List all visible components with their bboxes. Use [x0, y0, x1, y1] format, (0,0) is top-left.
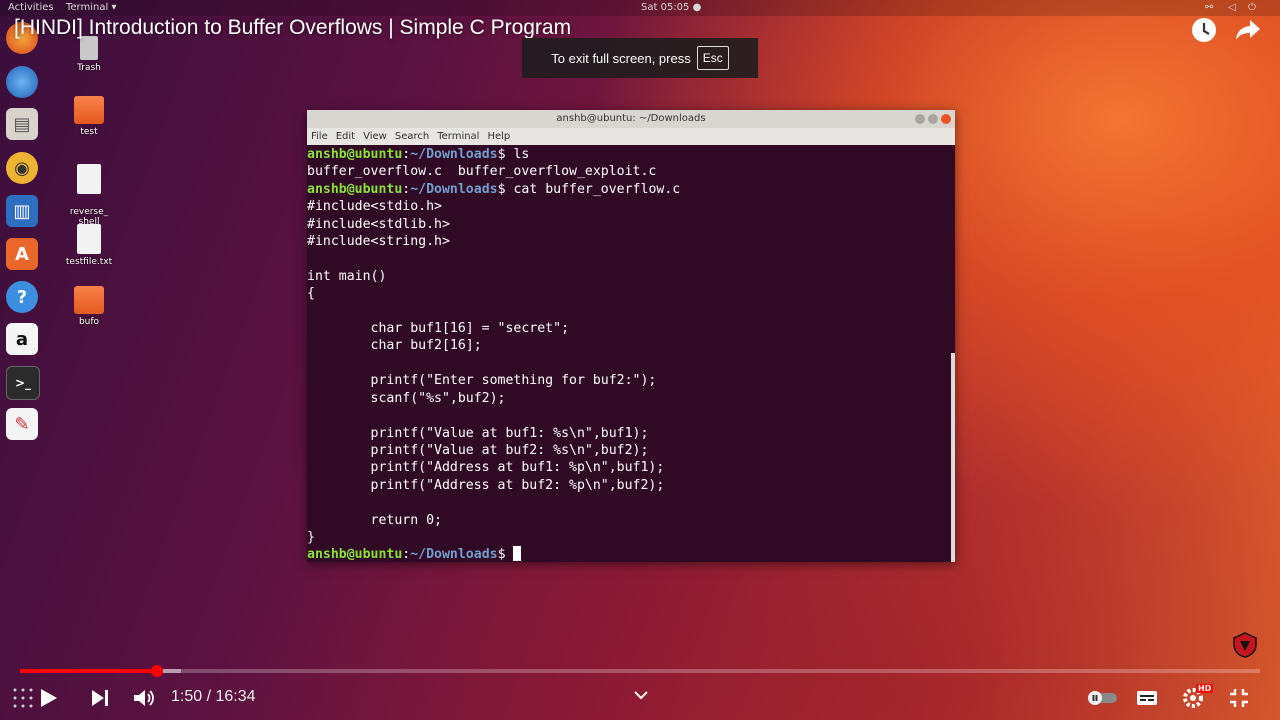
- terminal-output[interactable]: anshb@ubuntu:~/Downloads$ ls buffer_over…: [307, 145, 951, 563]
- fullscreen-toast: To exit full screen, press Esc: [522, 38, 758, 78]
- time-display: 1:50 / 16:34: [171, 688, 256, 705]
- chevron-down-icon[interactable]: [626, 682, 656, 710]
- played-bar: [20, 669, 158, 673]
- fullscreen-hint-text: To exit full screen, press: [551, 50, 691, 66]
- desktop-icon-trash[interactable]: Trash: [59, 36, 119, 73]
- network-icon[interactable]: ⚯: [1205, 2, 1213, 13]
- prompt-path: ~/Downloads: [410, 547, 498, 563]
- file-icon: [77, 164, 101, 194]
- prompt-user: anshb@ubuntu: [307, 547, 403, 563]
- ubuntu-dock: ▤ ◉ ▥ A ? a >_ ✎: [0, 0, 44, 600]
- thunderbird-icon[interactable]: [6, 66, 38, 98]
- desktop-icon-test[interactable]: test: [59, 96, 119, 137]
- prompt-user: anshb@ubuntu: [307, 181, 403, 197]
- menu-search[interactable]: Search: [395, 131, 429, 142]
- desktop-icon-label: Trash: [77, 63, 101, 73]
- prompt-user: anshb@ubuntu: [307, 147, 403, 162]
- video-progress-bar[interactable]: [20, 665, 1260, 677]
- command-line: ls: [513, 147, 530, 162]
- desktop-icon-label: bufo: [78, 317, 100, 327]
- terminal-title: anshb@ubuntu: ~/Downloads: [556, 113, 706, 124]
- exit-fullscreen-icon[interactable]: [1224, 684, 1254, 712]
- help-icon[interactable]: ?: [6, 281, 38, 313]
- terminal-scrollbar[interactable]: [951, 353, 955, 562]
- ls-output: buffer_overflow.c buffer_overflow_exploi…: [307, 164, 657, 180]
- maximize-button[interactable]: [928, 114, 938, 124]
- command-line: cat buffer_overflow.c: [513, 181, 681, 197]
- clock[interactable]: Sat 05:05 ●: [641, 2, 701, 13]
- menu-help[interactable]: Help: [487, 131, 510, 142]
- desktop-icon-label: testfile.txt: [65, 257, 113, 267]
- folder-icon: [74, 286, 104, 314]
- app-menu[interactable]: Terminal ▾: [66, 2, 116, 13]
- next-button[interactable]: [85, 684, 115, 712]
- channel-watermark-icon[interactable]: [1232, 632, 1258, 658]
- close-button[interactable]: [941, 114, 951, 124]
- source-code: #include<stdio.h> #include<stdlib.h> #in…: [307, 199, 665, 545]
- terminal-icon[interactable]: >_: [6, 366, 40, 400]
- terminal-window[interactable]: anshb@ubuntu: ~/Downloads File Edit View Se…: [307, 110, 955, 562]
- prompt-path: ~/Downloads: [410, 181, 498, 197]
- terminal-menubar: File Edit View Search Terminal Help: [307, 128, 955, 145]
- video-title[interactable]: [HINDI] Introduction to Buffer Overflows…: [14, 16, 571, 40]
- autoplay-toggle[interactable]: [1084, 684, 1120, 712]
- text-file-icon: [77, 224, 101, 254]
- writer-icon[interactable]: ▥: [6, 195, 38, 227]
- rhythmbox-icon[interactable]: ◉: [6, 152, 38, 184]
- watch-later-icon[interactable]: [1188, 14, 1220, 46]
- subtitles-icon[interactable]: [1132, 684, 1162, 712]
- folder-icon: [74, 96, 104, 124]
- share-icon[interactable]: [1232, 14, 1264, 46]
- text-cursor: [512, 546, 521, 562]
- minimize-button[interactable]: [915, 114, 925, 124]
- menu-terminal[interactable]: Terminal: [437, 131, 479, 142]
- power-icon[interactable]: ⏻: [1248, 2, 1256, 13]
- desktop-icon-label: test: [80, 127, 98, 137]
- software-icon[interactable]: A: [6, 238, 38, 270]
- settings-gear-icon[interactable]: HD: [1178, 684, 1214, 712]
- files-icon[interactable]: ▤: [6, 108, 38, 140]
- prompt-path: ~/Downloads: [410, 147, 498, 162]
- volume-button[interactable]: [129, 684, 159, 712]
- desktop-icon-bufo[interactable]: bufo: [59, 286, 119, 327]
- menu-file[interactable]: File: [311, 131, 328, 142]
- volume-icon[interactable]: ◁: [1228, 2, 1236, 13]
- terminal-titlebar[interactable]: anshb@ubuntu: ~/Downloads: [307, 110, 955, 128]
- quality-badge: HD: [1196, 684, 1214, 693]
- text-editor-icon[interactable]: ✎: [6, 408, 38, 440]
- desktop-icon-testfile[interactable]: testfile.txt: [59, 224, 119, 267]
- esc-key-badge: Esc: [696, 46, 729, 70]
- gnome-top-panel: Activities Terminal ▾ Sat 05:05 ● ⚯ ◁ ⏻: [0, 0, 1280, 16]
- menu-view[interactable]: View: [363, 131, 387, 142]
- amazon-icon[interactable]: a: [6, 323, 38, 355]
- play-button[interactable]: [34, 684, 64, 712]
- scrubber-handle[interactable]: [151, 665, 164, 677]
- menu-edit[interactable]: Edit: [336, 131, 355, 142]
